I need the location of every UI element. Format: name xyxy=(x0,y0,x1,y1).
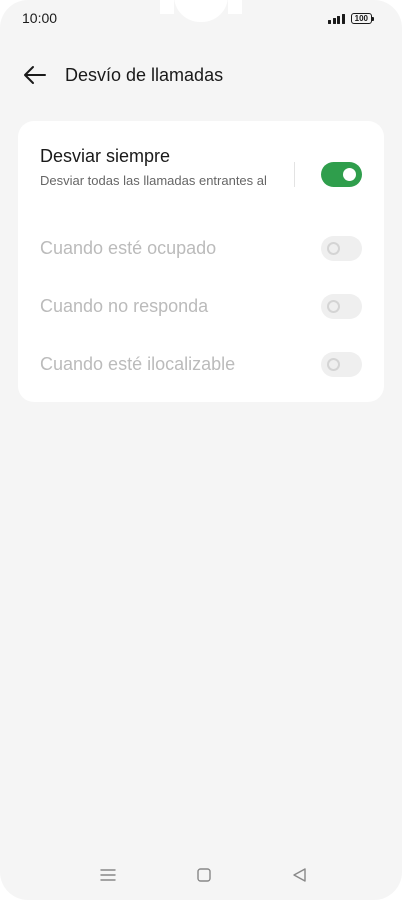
battery-icon: 100 xyxy=(350,12,375,24)
menu-icon xyxy=(100,869,116,881)
navigation-bar xyxy=(0,860,402,890)
arrow-left-icon xyxy=(24,66,46,84)
forward-no-answer-title: Cuando no responda xyxy=(40,296,209,316)
forward-unreachable-switch[interactable] xyxy=(321,352,362,377)
signal-icon xyxy=(328,13,345,24)
notch-edge xyxy=(228,0,242,14)
back-button[interactable] xyxy=(20,62,50,90)
switch-knob xyxy=(343,168,356,181)
home-button[interactable] xyxy=(189,860,219,890)
nav-back-button[interactable] xyxy=(285,860,315,890)
recent-apps-button[interactable] xyxy=(93,860,123,890)
forward-always-subtitle: Desviar todas las llamadas entrantes al xyxy=(40,173,267,188)
forward-busy-switch[interactable] xyxy=(321,236,362,261)
status-icons: 100 xyxy=(328,11,375,25)
forward-busy-row[interactable]: Cuando esté ocupado xyxy=(18,215,384,273)
switch-knob xyxy=(327,300,340,313)
forward-always-row[interactable]: Desviar siempre Desviar todas las llamad… xyxy=(18,121,384,215)
forward-unreachable-row[interactable]: Cuando esté ilocalizable xyxy=(18,331,384,389)
battery-level: 100 xyxy=(354,13,368,23)
switch-knob xyxy=(327,242,340,255)
forward-no-answer-switch[interactable] xyxy=(321,294,362,319)
call-forwarding-card: Desviar siempre Desviar todas las llamad… xyxy=(18,121,384,402)
phone-screen: 10:00 100 Desvío de llamadas Desviar sie… xyxy=(0,0,402,900)
forward-always-switch[interactable] xyxy=(321,162,362,187)
forward-unreachable-title: Cuando esté ilocalizable xyxy=(40,354,236,374)
forward-busy-title: Cuando esté ocupado xyxy=(40,238,217,258)
notch-edge xyxy=(160,0,174,14)
app-header: Desvío de llamadas xyxy=(0,56,402,96)
camera-notch xyxy=(174,0,228,22)
vertical-divider xyxy=(294,162,295,187)
home-icon xyxy=(197,868,211,882)
back-triangle-icon xyxy=(293,868,306,882)
status-bar: 10:00 100 xyxy=(0,0,402,36)
status-time: 10:00 xyxy=(22,10,58,26)
forward-always-title: Desviar siempre xyxy=(40,146,171,166)
switch-knob xyxy=(327,358,340,371)
forward-no-answer-row[interactable]: Cuando no responda xyxy=(18,273,384,331)
page-title: Desvío de llamadas xyxy=(65,65,224,85)
